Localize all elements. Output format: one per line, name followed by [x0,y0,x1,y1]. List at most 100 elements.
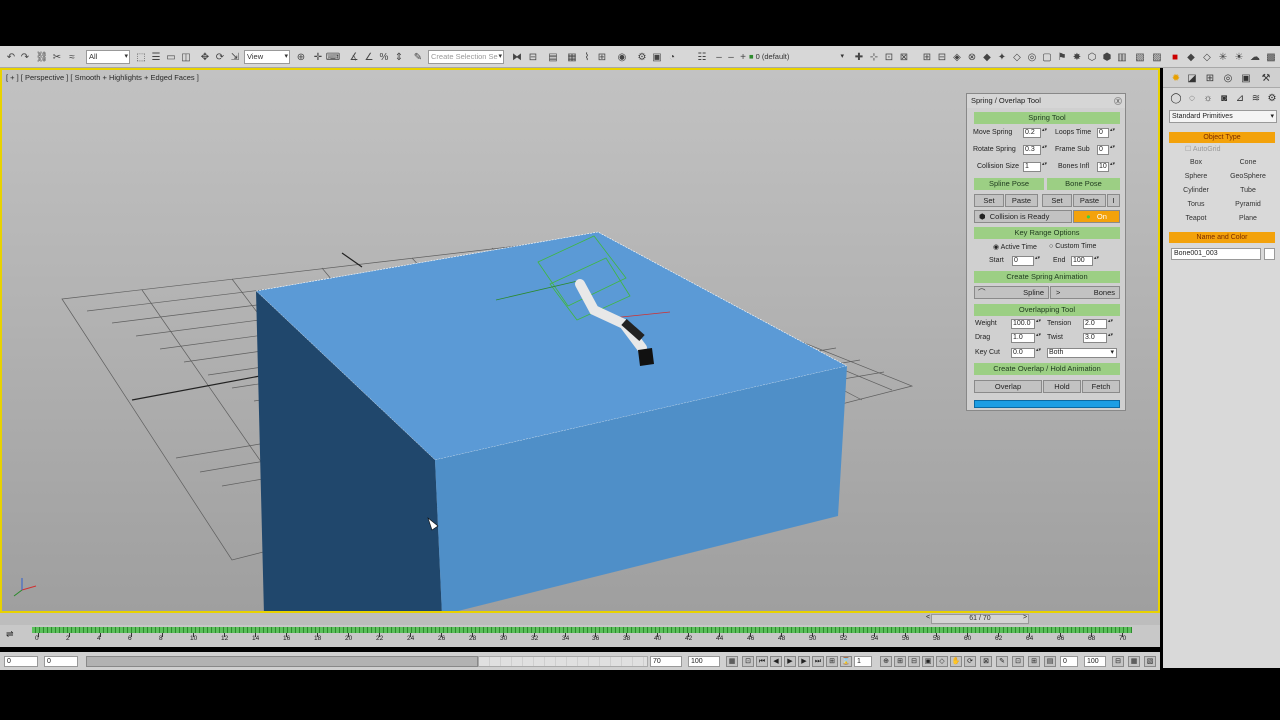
status-field-c[interactable]: 70 [650,656,682,667]
snap-toggle-icon[interactable]: ∡ [347,50,361,64]
extra-tool-19-icon[interactable]: ◇ [1200,50,1214,64]
key-mode-toggle-icon[interactable]: ⊞ [826,656,838,667]
spacewarps-icon[interactable]: ≋ [1249,91,1263,105]
helpers-icon[interactable]: ⊿ [1233,91,1247,105]
systems-icon[interactable]: ⚙ [1265,91,1279,105]
bones-button[interactable]: > Bones [1050,286,1120,299]
mini-curve-editor-icon[interactable]: ⇌ [6,629,14,640]
fov-icon[interactable]: ◇ [936,656,948,667]
zoom-icon[interactable]: ⊕ [880,656,892,667]
extra-tool-11-icon[interactable]: ✸ [1070,50,1084,64]
weight-input[interactable]: 100.0 [1011,319,1035,329]
goto-end-icon[interactable]: ⏭ [812,656,824,667]
layer-set-icon[interactable]: ⊡ [882,50,896,64]
cameras-icon[interactable]: ◙ [1217,91,1231,105]
status-field-b[interactable]: 0 [44,656,78,667]
goto-start-icon[interactable]: ⏮ [756,656,768,667]
tool-g-icon[interactable]: ▧ [1144,656,1156,667]
named-selection-dropdown[interactable]: Create Selection Se ▾ [428,50,504,64]
extra-tool-10-icon[interactable]: ⚑ [1055,50,1069,64]
object-name-input[interactable]: Bone001_003 [1171,248,1261,260]
render-icon[interactable]: ◔ [665,50,679,64]
extra-tool-17-icon[interactable]: ■ [1168,50,1182,64]
extra-tool-16-icon[interactable]: ▨ [1150,50,1164,64]
status-field-a[interactable]: 0 [4,656,38,667]
bone-info-button[interactable]: I [1107,194,1120,207]
box-button[interactable]: Box [1171,157,1221,169]
collision-on-toggle[interactable]: ● On [1073,210,1120,223]
motion-tab-icon[interactable]: ◎ [1221,71,1235,85]
next-frame-icon[interactable]: > [1023,614,1027,621]
redo-icon[interactable]: ↷ [18,50,32,64]
key-cut-mode-dropdown[interactable]: Both ▾ [1047,348,1117,358]
layer-manager-icon[interactable]: ▤ [546,50,560,64]
twist-input[interactable]: 3.0 [1083,333,1107,343]
select-link-icon[interactable]: ⛓ [35,50,49,64]
cone-button[interactable]: Cone [1223,157,1273,169]
extra-tool-6-icon[interactable]: ✦ [995,50,1009,64]
spinner-icon[interactable]: ▴▾ [1110,162,1115,172]
extra-tool-2-icon[interactable]: ⊟ [935,50,949,64]
zoom-all-icon[interactable]: ⊞ [894,656,906,667]
extra-tool-18-icon[interactable]: ◆ [1184,50,1198,64]
fetch-button[interactable]: Fetch [1082,380,1120,393]
mirror-icon[interactable]: ⧓ [510,50,524,64]
bone-set-button[interactable]: Set [1042,194,1072,207]
extra-tool-4-icon[interactable]: ⊗ [965,50,979,64]
tool-b-icon[interactable]: ⊡ [1012,656,1024,667]
perspective-viewport[interactable]: [ + ] [ Perspective ] [ Smooth + Highlig… [0,68,1160,613]
frame-sub-input[interactable]: 0 [1097,145,1109,155]
sun-icon[interactable]: ✹ [1169,71,1183,85]
extra-tool-12-icon[interactable]: ⬡ [1085,50,1099,64]
angle-snap-icon[interactable]: ∠ [362,50,376,64]
bind-space-warp-icon[interactable]: ≈ [65,50,79,64]
unlink-icon[interactable]: ✂ [50,50,64,64]
next-frame-button-icon[interactable]: ▶ [798,656,810,667]
lights-icon[interactable]: ☼ [1201,91,1215,105]
layer-select-icon[interactable]: ⊹ [867,50,881,64]
spinner-icon[interactable]: ▴▾ [1042,162,1047,172]
extra-tool-23-icon[interactable]: ▩ [1264,50,1278,64]
grid-toggle-icon[interactable]: ▦ [726,656,738,667]
select-by-name-icon[interactable]: ☰ [149,50,163,64]
spinner-icon[interactable]: ▴▾ [1042,128,1047,138]
time-config-icon[interactable]: ⌛ [840,656,852,667]
collision-size-input[interactable]: 1 [1023,162,1041,172]
tension-input[interactable]: 2.0 [1083,319,1107,329]
spinner-icon[interactable]: ▴▾ [1036,333,1041,343]
tool-title[interactable]: Spring / Overlap Tool [967,94,1125,108]
extra-tool-7-icon[interactable]: ◇ [1010,50,1024,64]
prev-frame-icon[interactable]: < [926,614,930,621]
cylinder-button[interactable]: Cylinder [1171,185,1221,197]
curve-editor-icon[interactable]: ⌇ [580,50,594,64]
maximize-viewport-icon[interactable]: ⊠ [980,656,992,667]
graphite-ribbon-icon[interactable]: ▦ [565,50,579,64]
shapes-icon[interactable]: ◌ [1185,91,1199,105]
rendered-frame-icon[interactable]: ▣ [650,50,664,64]
status-slider[interactable] [86,656,478,667]
primitive-category-dropdown[interactable]: Standard Primitives ▾ [1169,110,1277,123]
collision-ready-button[interactable]: ⬢ Collision is Ready [974,210,1072,223]
render-setup-icon[interactable]: ⚙ [635,50,649,64]
modify-tab-icon[interactable]: ◪ [1185,71,1199,85]
window-crossing-icon[interactable]: ◫ [179,50,193,64]
zoom-region-icon[interactable]: ▣ [922,656,934,667]
orbit-icon[interactable]: ⟳ [964,656,976,667]
section-key-range[interactable]: Key Range Options [974,227,1120,239]
spinner-icon[interactable]: ▴▾ [1108,333,1113,343]
layer-dropdown[interactable]: ■ 0 (default) ▾ [746,50,846,64]
section-overlapping[interactable]: Overlapping Tool [974,304,1120,316]
section-spring-tool[interactable]: Spring Tool [974,112,1120,124]
layer-hide-icon[interactable]: ⊠ [897,50,911,64]
extra-tool-3-icon[interactable]: ◈ [950,50,964,64]
spline-paste-button[interactable]: Paste [1005,194,1038,207]
pyramid-button[interactable]: Pyramid [1223,199,1273,211]
tool-e-icon[interactable]: ⊟ [1112,656,1124,667]
pivot-center-icon[interactable]: ⊕ [294,50,308,64]
spinner-icon[interactable]: ▴▾ [1094,256,1099,266]
torus-button[interactable]: Torus [1171,199,1221,211]
overlap-button[interactable]: Overlap [974,380,1042,393]
teapot-button[interactable]: Teapot [1171,213,1221,225]
time-slider-thumb[interactable]: 61 / 70 [931,614,1029,624]
percent-snap-icon[interactable]: % [377,50,391,64]
